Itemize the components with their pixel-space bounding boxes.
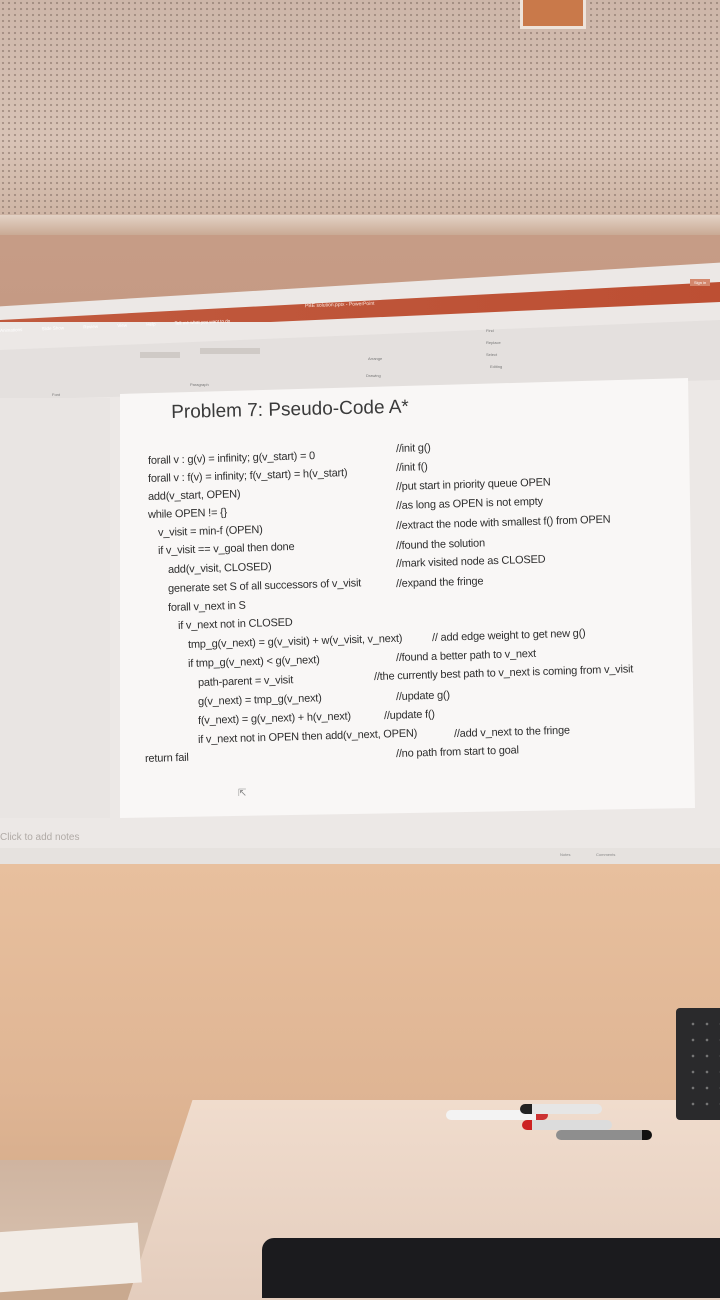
group-paragraph: Paragraph bbox=[190, 382, 209, 387]
speaker bbox=[676, 1008, 720, 1120]
tab-review[interactable]: Review bbox=[83, 324, 98, 330]
marker-grey bbox=[556, 1130, 652, 1140]
arrange-button[interactable]: Arrange bbox=[368, 356, 382, 361]
font-box[interactable] bbox=[140, 352, 180, 358]
ceiling-edge bbox=[0, 215, 720, 237]
paper-sheet bbox=[0, 1222, 142, 1294]
tab-view[interactable]: View bbox=[117, 323, 127, 328]
marker-red-2 bbox=[522, 1120, 612, 1130]
paragraph-box[interactable] bbox=[200, 348, 260, 354]
group-drawing: Drawing bbox=[366, 373, 381, 378]
tab-help[interactable]: Help bbox=[146, 321, 155, 326]
tab-slide-show[interactable]: Slide Show bbox=[41, 325, 64, 331]
code-line-4: while OPEN != {} bbox=[147, 506, 228, 521]
comment-line-2: //init f() bbox=[395, 461, 428, 474]
comments-button[interactable]: Comments bbox=[596, 852, 615, 857]
mouse-cursor-icon: ⇱ bbox=[238, 788, 247, 799]
laptop bbox=[262, 1238, 720, 1298]
group-font: Font bbox=[52, 392, 61, 397]
marker-black bbox=[520, 1104, 602, 1114]
group-editing: Editing bbox=[490, 364, 503, 369]
comment-line-15: //update f() bbox=[383, 708, 435, 722]
ceiling bbox=[0, 0, 720, 235]
replace-button[interactable]: Replace bbox=[486, 340, 501, 345]
tab-animations[interactable]: Animations bbox=[0, 327, 22, 333]
comment-line-14: //update g() bbox=[395, 689, 451, 703]
comment-line-8: //expand the fringe bbox=[395, 575, 484, 590]
ceiling-light bbox=[520, 0, 586, 29]
slide-thumbnail-pane[interactable] bbox=[0, 398, 110, 818]
notes-pane[interactable]: Click to add notes bbox=[0, 832, 80, 843]
sign-in-button[interactable]: Sign in bbox=[690, 279, 711, 286]
code-line-17: return fail bbox=[144, 751, 189, 765]
code-line-9: forall v_next in S bbox=[167, 599, 246, 614]
comment-line-1: //init g() bbox=[395, 441, 431, 455]
find-button[interactable]: Find bbox=[486, 328, 494, 333]
select-button[interactable]: Select bbox=[486, 352, 497, 357]
notes-button[interactable]: Notes bbox=[560, 852, 570, 857]
